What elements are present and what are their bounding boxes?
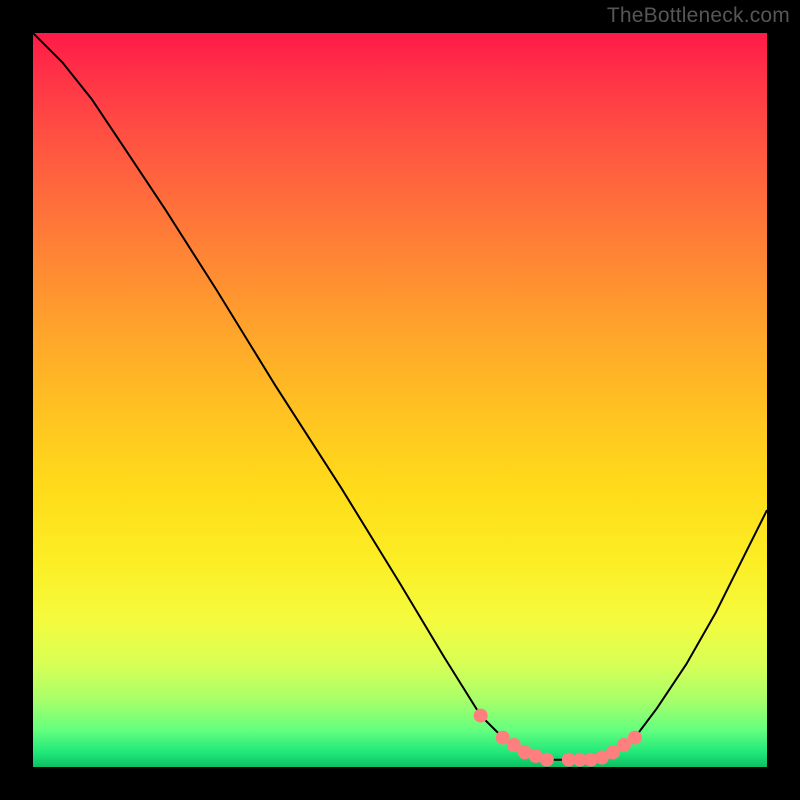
plot-area [33, 33, 767, 767]
chart-svg [33, 33, 767, 767]
bottleneck-curve [33, 33, 767, 760]
curve-dot [474, 709, 488, 723]
watermark-text: TheBottleneck.com [607, 4, 790, 28]
curve-dot [540, 753, 554, 767]
chart-frame: TheBottleneck.com [0, 0, 800, 800]
curve-dots [474, 709, 642, 767]
curve-dot [628, 731, 642, 745]
